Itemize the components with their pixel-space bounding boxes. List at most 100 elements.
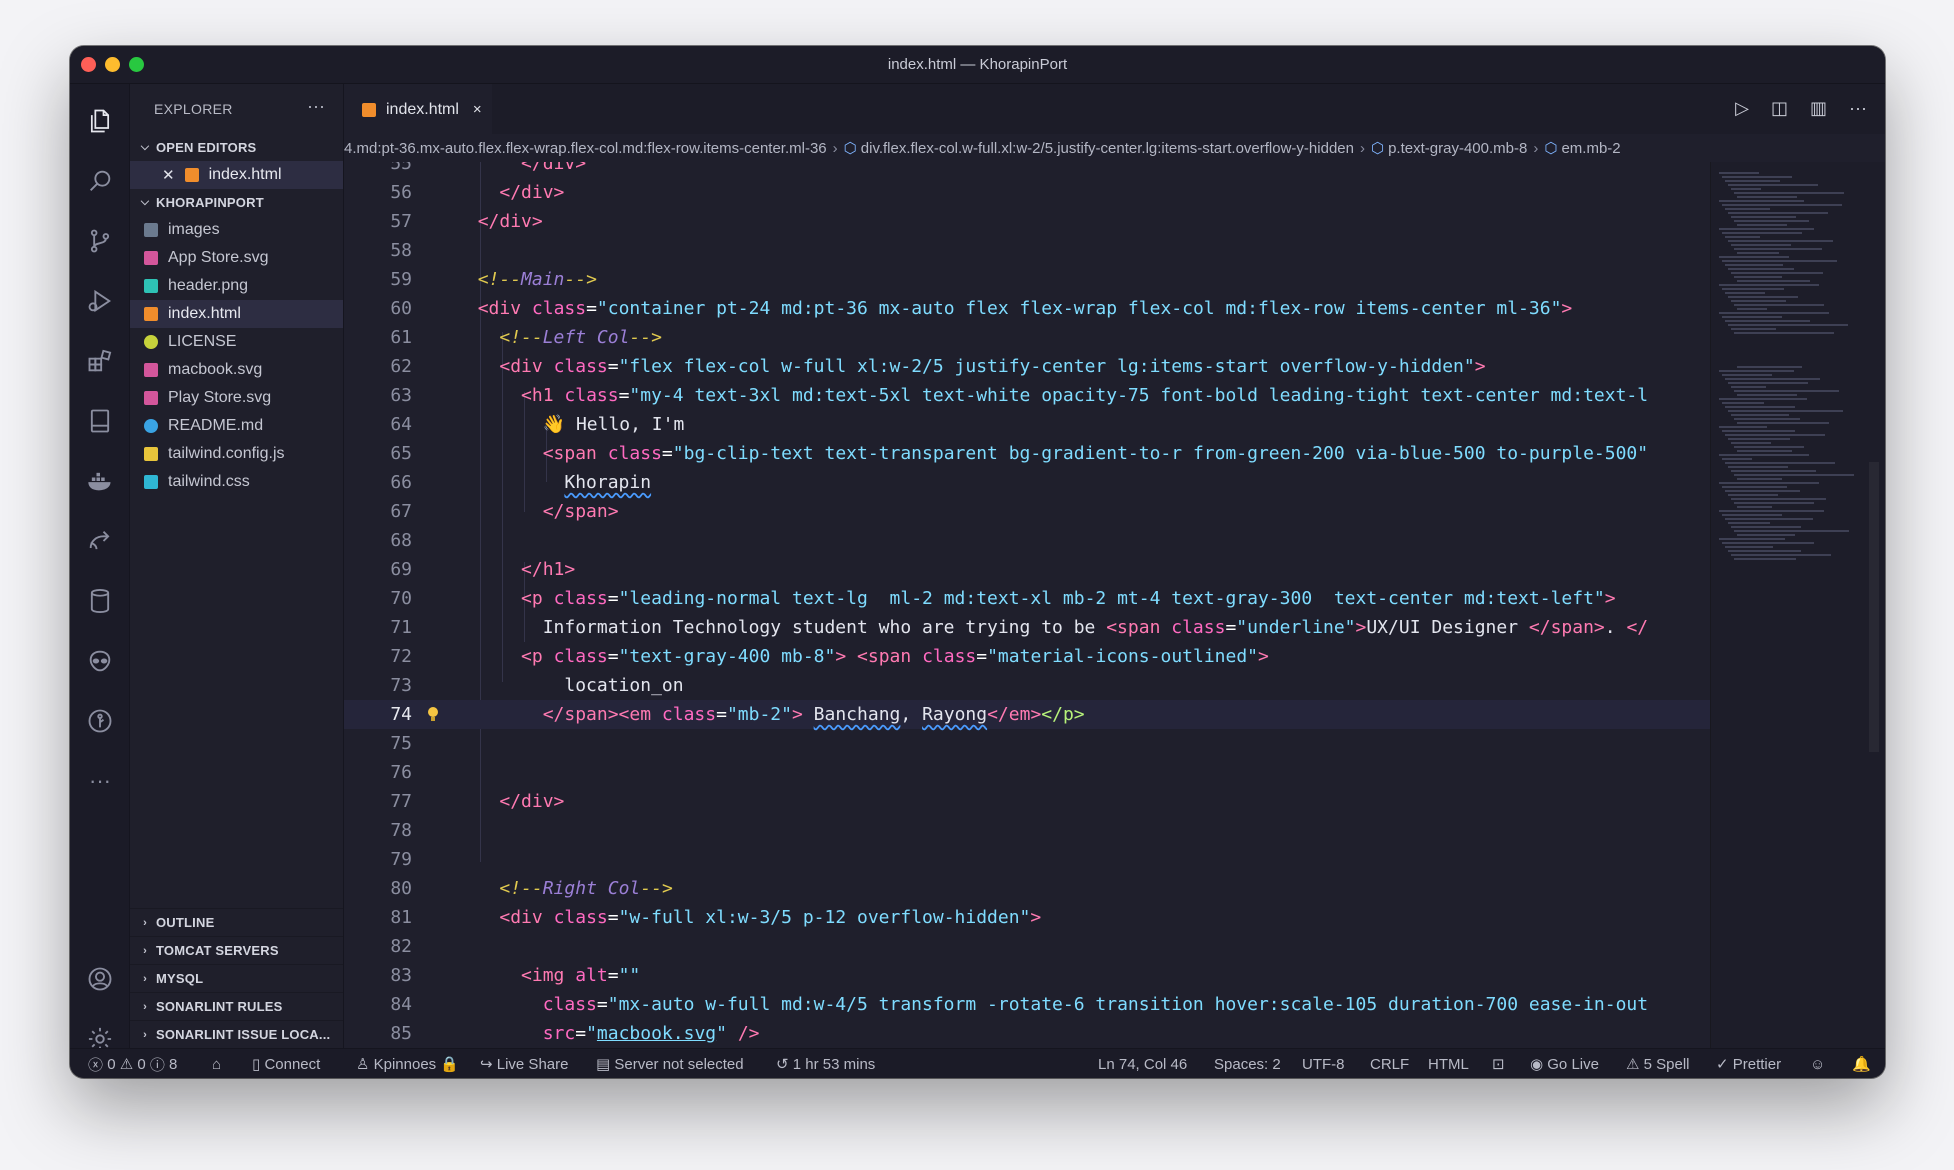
code-line[interactable]: 75: [344, 729, 1710, 758]
code-line[interactable]: 74 </span><em class="mb-2"> Banchang, Ra…: [344, 700, 1710, 729]
code-line[interactable]: 80 <!--Right Col-->: [344, 874, 1710, 903]
tomcat-servers-section[interactable]: › TOMCAT SERVERS: [130, 936, 343, 964]
indentation[interactable]: Spaces: 2: [1214, 1049, 1281, 1078]
lightbulb-icon[interactable]: [426, 705, 440, 723]
file-item-images[interactable]: images: [130, 216, 343, 244]
project-section[interactable]: ⌵ KHORAPINPORT: [130, 189, 343, 216]
cursor-position[interactable]: Ln 74, Col 46: [1098, 1049, 1187, 1078]
breadcrumb-item[interactable]: p.text-gray-400.mb-8: [1388, 140, 1527, 157]
file-item-license[interactable]: LICENSE: [130, 328, 343, 356]
code-line[interactable]: 78: [344, 816, 1710, 845]
close-icon[interactable]: ✕: [162, 166, 175, 184]
extensions-icon[interactable]: [85, 346, 115, 376]
code-line[interactable]: 60 <div class="container pt-24 md:pt-36 …: [344, 294, 1710, 323]
bell-icon[interactable]: 🔔: [1852, 1049, 1871, 1078]
file-item-tailwind-config-js[interactable]: tailwind.config.js: [130, 440, 343, 468]
live-share-icon[interactable]: [85, 526, 115, 556]
server-item[interactable]: ▤ Server not selected: [596, 1049, 744, 1078]
code-line[interactable]: 70 <p class="leading-normal text-lg ml-2…: [344, 584, 1710, 613]
code-line[interactable]: 59 <!--Main-->: [344, 265, 1710, 294]
account-icon[interactable]: [85, 964, 115, 994]
code-line[interactable]: 82: [344, 932, 1710, 961]
open-preview-icon[interactable]: ◫: [1771, 98, 1788, 119]
code-line[interactable]: 56 </div>: [344, 178, 1710, 207]
source-control-icon[interactable]: [85, 226, 115, 256]
run-debug-icon[interactable]: [85, 286, 115, 316]
feedback-icon[interactable]: ☺: [1810, 1049, 1825, 1078]
live-share-item[interactable]: ↪ Live Share: [480, 1049, 568, 1078]
code-editor[interactable]: 55 </div> 56 </div> 57 </div> 58 59 <!--Main…: [344, 162, 1710, 1048]
code-line[interactable]: 81 <div class="w-full xl:w-3/5 p-12 over…: [344, 903, 1710, 932]
code-line[interactable]: 66 Khorapin: [344, 468, 1710, 497]
code-line[interactable]: 71 Information Technology student who ar…: [344, 613, 1710, 642]
file-item-header-png[interactable]: header.png: [130, 272, 343, 300]
file-item-index-html[interactable]: index.html: [130, 300, 343, 328]
more-icon[interactable]: ···: [85, 766, 115, 796]
line-ending[interactable]: CRLF: [1370, 1049, 1409, 1078]
breadcrumb-item[interactable]: 4.md:pt-36.mx-auto.flex.flex-wrap.flex-c…: [344, 140, 827, 157]
file-item-tailwind-css[interactable]: tailwind.css: [130, 468, 343, 496]
code-line[interactable]: 55 </div>: [344, 162, 1710, 178]
file-item-app-store-svg[interactable]: App Store.svg: [130, 244, 343, 272]
close-tab-icon[interactable]: ×: [473, 101, 482, 118]
outline-section[interactable]: › OUTLINE: [130, 908, 343, 936]
split-editor-icon[interactable]: ▥: [1810, 98, 1827, 119]
zoom-window-button[interactable]: [129, 57, 144, 72]
code-line[interactable]: 85 src="macbook.svg" />: [344, 1019, 1710, 1048]
code-line[interactable]: 73 location_on: [344, 671, 1710, 700]
tab-index-html[interactable]: index.html ×: [344, 84, 492, 134]
minimize-window-button[interactable]: [105, 57, 120, 72]
file-item-macbook-svg[interactable]: macbook.svg: [130, 356, 343, 384]
timeline-icon[interactable]: [85, 706, 115, 736]
open-editor-item[interactable]: ✕ index.html: [130, 161, 343, 189]
database-icon[interactable]: [85, 586, 115, 616]
sonarlint-rules-section[interactable]: › SONARLINT RULES: [130, 992, 343, 1020]
code-line[interactable]: 69 </h1>: [344, 555, 1710, 584]
code-line[interactable]: 83 <img alt="": [344, 961, 1710, 990]
remote-explorer-icon[interactable]: [85, 406, 115, 436]
more-actions-icon[interactable]: ···: [1849, 98, 1867, 119]
minimap-slider[interactable]: [1869, 462, 1879, 752]
code-line[interactable]: 76: [344, 758, 1710, 787]
run-icon[interactable]: ▷: [1735, 98, 1749, 119]
code-line[interactable]: 61 <!--Left Col-->: [344, 323, 1710, 352]
go-live-item[interactable]: ◉ Go Live: [1530, 1049, 1599, 1078]
language-mode[interactable]: HTML: [1428, 1049, 1469, 1078]
code-line[interactable]: 65 <span class="bg-clip-text text-transp…: [344, 439, 1710, 468]
file-item-play-store-svg[interactable]: Play Store.svg: [130, 384, 343, 412]
encoding[interactable]: UTF-8: [1302, 1049, 1345, 1078]
time-tracker-item[interactable]: ↺ 1 hr 53 mins: [776, 1049, 875, 1078]
alien-icon[interactable]: [85, 646, 115, 676]
terminal-icon[interactable]: ⊡: [1492, 1049, 1505, 1078]
code-line[interactable]: 58: [344, 236, 1710, 265]
minimap[interactable]: [1710, 162, 1885, 1048]
open-editors-section[interactable]: ⌵ OPEN EDITORS: [130, 134, 343, 161]
code-line[interactable]: 63 <h1 class="my-4 text-3xl md:text-5xl …: [344, 381, 1710, 410]
breadcrumb-item[interactable]: em.mb-2: [1561, 140, 1620, 157]
connect-item[interactable]: ▯ Connect: [252, 1049, 320, 1078]
explorer-icon[interactable]: [85, 106, 115, 136]
code-line[interactable]: 79: [344, 845, 1710, 874]
prettier-item[interactable]: ✓ Prettier: [1716, 1049, 1781, 1078]
code-line[interactable]: 57 </div>: [344, 207, 1710, 236]
code-line[interactable]: 67 </span>: [344, 497, 1710, 526]
problems-indicator[interactable]: ⓧ 0 ⚠ 0 ⓘ 8: [88, 1049, 177, 1078]
code-line[interactable]: 62 <div class="flex flex-col w-full xl:w…: [344, 352, 1710, 381]
breadcrumb-item[interactable]: div.flex.flex-col.w-full.xl:w-2/5.justif…: [861, 140, 1354, 157]
docker-icon[interactable]: [85, 466, 115, 496]
home-icon[interactable]: ⌂: [212, 1049, 221, 1078]
code-line[interactable]: 72 <p class="text-gray-400 mb-8"> <span …: [344, 642, 1710, 671]
explorer-more-button[interactable]: ···: [307, 96, 325, 117]
code-line[interactable]: 64 👋 Hello, I'm: [344, 410, 1710, 439]
minimap-line: [1734, 474, 1854, 476]
file-item-readme-md[interactable]: README.md: [130, 412, 343, 440]
search-icon[interactable]: [85, 166, 115, 196]
mysql-section[interactable]: › MYSQL: [130, 964, 343, 992]
code-line[interactable]: 84 class="mx-auto w-full md:w-4/5 transf…: [344, 990, 1710, 1019]
spell-item[interactable]: ⚠ 5 Spell: [1626, 1049, 1690, 1078]
code-line[interactable]: 77 </div>: [344, 787, 1710, 816]
sonarlint-issue-section[interactable]: › SONARLINT ISSUE LOCA...: [130, 1020, 343, 1048]
code-line[interactable]: 68: [344, 526, 1710, 555]
close-window-button[interactable]: [81, 57, 96, 72]
user-item[interactable]: ♙ Kpinnoes 🔒: [356, 1049, 459, 1078]
